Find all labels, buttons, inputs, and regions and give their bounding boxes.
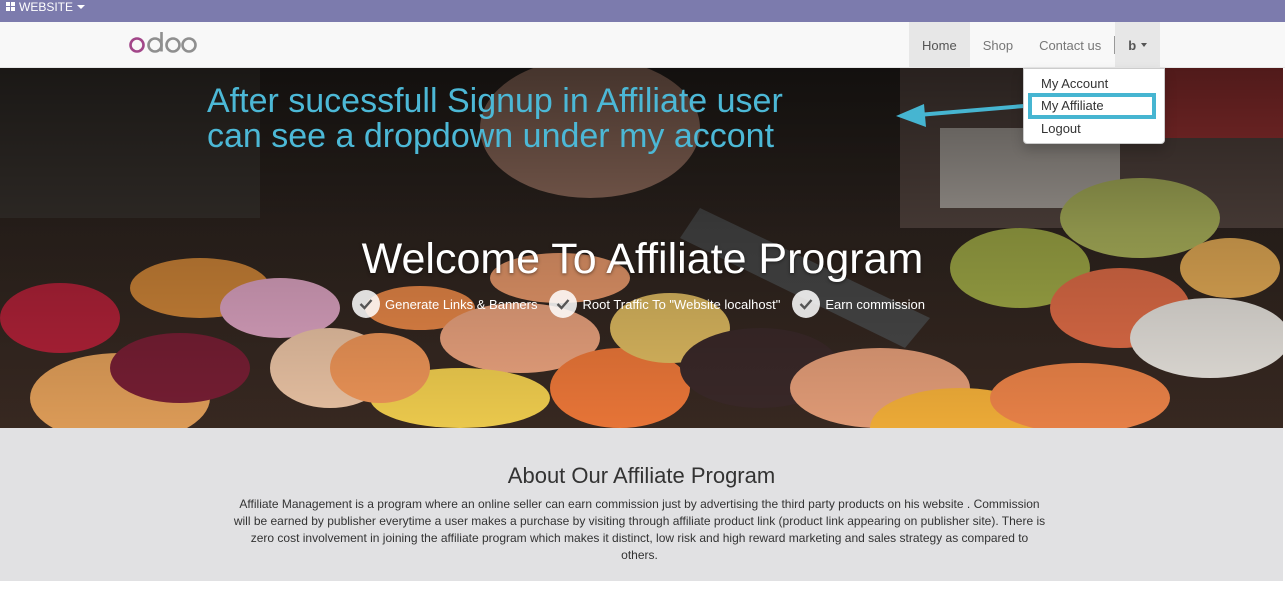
annotation-line: After sucessfull Signup in Affiliate use… [207,82,783,120]
user-name: b [1128,37,1137,53]
user-menu-button[interactable]: b [1115,22,1161,68]
menu-item-my-affiliate[interactable]: My Affiliate [1041,98,1104,113]
navbar: Home Shop Contact us b [0,22,1285,68]
menu-item-logout[interactable]: Logout [1041,121,1081,136]
about-description: Affiliate Management is a program where … [233,497,1046,562]
apps-grid-icon [6,2,16,12]
annotation-text: After sucessfull Signup in Affiliate use… [207,84,827,154]
check-icon [352,290,380,318]
feature-label: Root Traffic To "Website localhost" [582,296,781,312]
feature-label: Earn commission [825,296,926,312]
feature-item: Earn commission [792,290,925,318]
about-section: About Our Affiliate Program Affiliate Ma… [0,428,1283,581]
admin-top-bar: WEBSITE [0,0,1285,22]
menu-item-my-account[interactable]: My Account [1041,76,1108,91]
feature-label: Generate Links & Banners [385,296,538,312]
feature-item: Root Traffic To "Website localhost" [549,290,780,318]
hero-title: Welcome To Affiliate Program [361,235,924,283]
caret-down-icon [77,5,86,9]
main-nav: Home Shop Contact us b [909,22,1161,68]
nav-home[interactable]: Home [909,22,970,68]
feature-list: Generate Links & Banners Root Traffic To… [352,290,937,318]
odoo-logo[interactable] [128,30,198,58]
check-icon [549,290,578,318]
nav-contact-us[interactable]: Contact us [1026,22,1114,68]
check-icon [792,290,821,318]
feature-item: Generate Links & Banners [352,290,537,318]
user-dropdown-menu: My Account My Affiliate Logout [1023,68,1165,144]
annotation-arrow-icon [896,104,1025,127]
about-title: About Our Affiliate Program [507,463,776,488]
nav-shop[interactable]: Shop [970,22,1026,68]
website-menu[interactable]: WEBSITE [6,0,86,14]
website-menu-label: WEBSITE [19,0,74,14]
annotation-line: can see a dropdown under my accont [207,117,775,155]
caret-down-icon [1141,43,1148,47]
